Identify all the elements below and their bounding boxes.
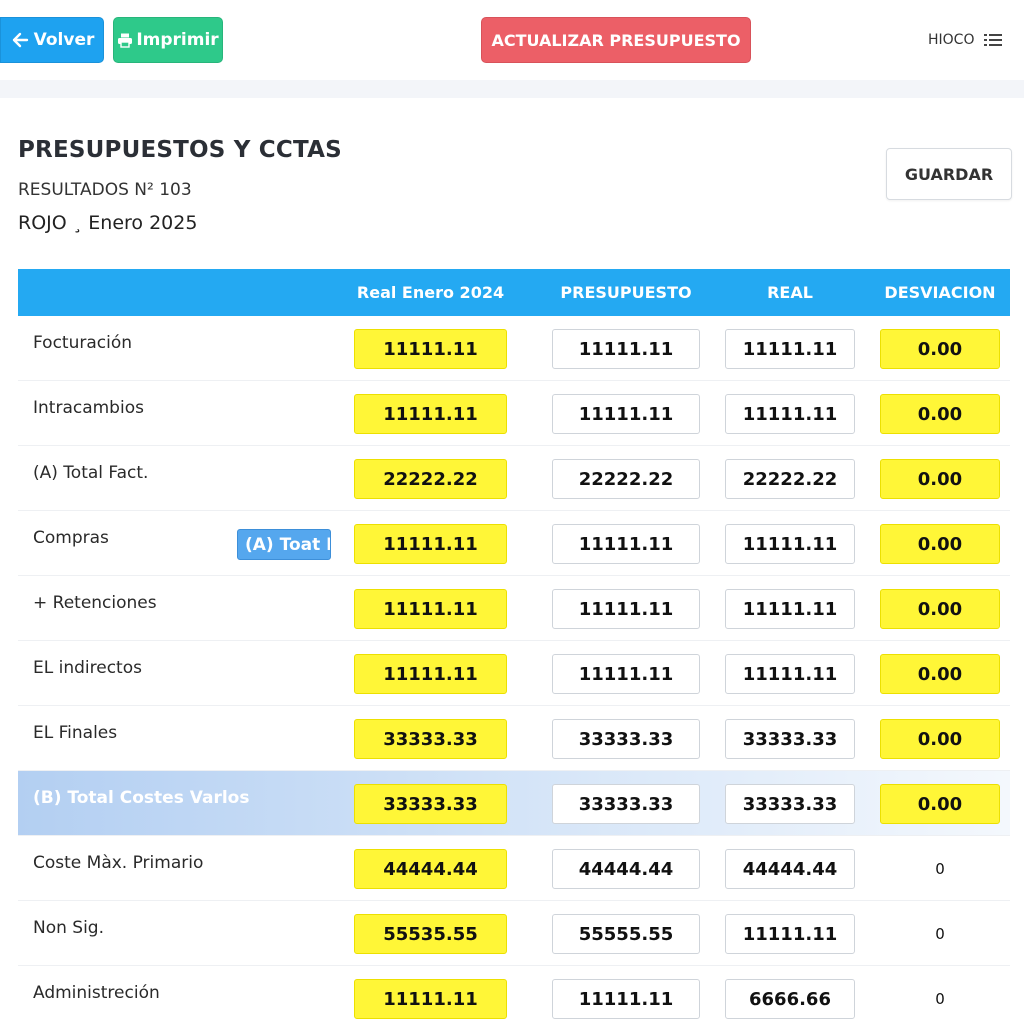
table-row: Administreción 11111.11 11111.11 6666.66… xyxy=(18,966,1010,1024)
back-button[interactable]: Volver xyxy=(0,17,104,63)
deviation-cell: 0.00 xyxy=(880,524,1000,564)
deviation-cell: 0.00 xyxy=(880,329,1000,369)
column-header-budget: PRESUPUESTO xyxy=(560,283,692,302)
page-title: PRESUPUESTOS Y CCTAS xyxy=(18,137,342,163)
row-label: Compras xyxy=(33,528,109,548)
back-button-label: Volver xyxy=(33,30,95,50)
table-row: Focturación 11111.11 11111.11 11111.11 0… xyxy=(18,316,1010,381)
budget-input[interactable]: 11111.11 xyxy=(552,654,700,694)
table-header: Real Enero 2024 PRESUPUESTO REAL DESVIAC… xyxy=(18,269,1010,316)
real-input[interactable]: 11111.11 xyxy=(725,329,855,369)
real-prev-cell: 11111.11 xyxy=(354,329,507,369)
row-label: Non Sig. xyxy=(33,918,105,938)
budget-table: Real Enero 2024 PRESUPUESTO REAL DESVIAC… xyxy=(18,269,1010,1024)
row-label: EL indirectos xyxy=(33,658,142,678)
deviation-cell: 0.00 xyxy=(880,784,1000,824)
row-label: (B) Total Costes Varlos xyxy=(33,788,250,808)
deviation-cell: 0 xyxy=(935,925,945,943)
real-input[interactable]: 44444.44 xyxy=(725,849,855,889)
deviation-cell: 0.00 xyxy=(880,654,1000,694)
deviation-cell: 0.00 xyxy=(880,589,1000,629)
page-subtitle: RESULTADOS N² 103 xyxy=(18,180,192,200)
list-menu-icon[interactable] xyxy=(984,32,1003,48)
real-prev-cell: 22222.22 xyxy=(354,459,507,499)
real-prev-cell: 33333.33 xyxy=(354,784,507,824)
budget-input[interactable]: 55555.55 xyxy=(552,914,700,954)
table-row: + Retenciones 11111.11 11111.11 11111.11… xyxy=(18,576,1010,641)
real-prev-cell: 44444.44 xyxy=(354,849,507,889)
arrow-left-icon xyxy=(10,30,30,50)
update-budget-button[interactable]: ACTUALIZAR PRESUPUESTO xyxy=(481,17,751,63)
real-prev-cell: 11111.11 xyxy=(354,654,507,694)
deviation-cell: 0.00 xyxy=(880,719,1000,759)
budget-input[interactable]: 11111.11 xyxy=(552,979,700,1019)
real-input[interactable]: 11111.11 xyxy=(725,589,855,629)
deviation-cell: 0.00 xyxy=(880,459,1000,499)
deviation-cell: 0.00 xyxy=(880,394,1000,434)
budget-input[interactable]: 22222.22 xyxy=(552,459,700,499)
print-button-label: Imprimir xyxy=(136,30,219,50)
top-toolbar: Volver Imprimir ACTUALIZAR PRESUPUESTO H… xyxy=(0,0,1024,80)
real-input[interactable]: 22222.22 xyxy=(725,459,855,499)
user-name: HIOCO xyxy=(928,32,975,48)
save-button-label: GUARDAR xyxy=(904,164,994,184)
budget-input[interactable]: 44444.44 xyxy=(552,849,700,889)
table-row: Intracambios 11111.11 11111.11 11111.11 … xyxy=(18,381,1010,446)
row-label: EL Finales xyxy=(33,723,118,743)
deviation-cell: 0 xyxy=(935,860,945,878)
real-prev-cell: 11111.11 xyxy=(354,394,507,434)
period-label: ROJO ¸ Enero 2025 xyxy=(18,212,198,234)
real-prev-cell: 11111.11 xyxy=(354,589,507,629)
update-budget-label: ACTUALIZAR PRESUPUESTO xyxy=(491,30,741,50)
printer-icon xyxy=(117,32,133,48)
row-label: Focturación xyxy=(33,333,133,353)
table-row: EL indirectos 11111.11 11111.11 11111.11… xyxy=(18,641,1010,706)
table-row: (A) Total Fact. 22222.22 22222.22 22222.… xyxy=(18,446,1010,511)
row-label: Administreción xyxy=(33,983,160,1003)
budget-input[interactable]: 11111.11 xyxy=(552,394,700,434)
total-fact-tag[interactable]: (A) Toat Fact. xyxy=(237,529,331,560)
real-input[interactable]: 33333.33 xyxy=(725,719,855,759)
real-prev-cell: 11111.11 xyxy=(354,979,507,1019)
save-button[interactable]: GUARDAR xyxy=(886,148,1012,200)
row-label: (A) Total Fact. xyxy=(33,463,149,483)
table-row: EL Finales 33333.33 33333.33 33333.33 0.… xyxy=(18,706,1010,771)
user-menu[interactable]: HIOCO xyxy=(928,28,1003,52)
print-button[interactable]: Imprimir xyxy=(113,17,223,63)
real-prev-cell: 55535.55 xyxy=(354,914,507,954)
row-label: Intracambios xyxy=(33,398,144,418)
real-prev-cell: 33333.33 xyxy=(354,719,507,759)
real-input[interactable]: 6666.66 xyxy=(725,979,855,1019)
table-row: Compras (A) Toat Fact. 11111.11 11111.11… xyxy=(18,511,1010,576)
real-input[interactable]: 11111.11 xyxy=(725,914,855,954)
column-header-real: REAL xyxy=(767,283,813,302)
real-input[interactable]: 11111.11 xyxy=(725,394,855,434)
real-input[interactable]: 33333.33 xyxy=(725,784,855,824)
deviation-cell: 0 xyxy=(935,990,945,1008)
row-label: + Retenciones xyxy=(33,593,157,613)
real-input[interactable]: 11111.11 xyxy=(725,654,855,694)
budget-input[interactable]: 11111.11 xyxy=(552,589,700,629)
budget-input[interactable]: 11111.11 xyxy=(552,329,700,369)
real-input[interactable]: 11111.11 xyxy=(725,524,855,564)
budget-input[interactable]: 33333.33 xyxy=(552,719,700,759)
table-row: Coste Màx. Primario 44444.44 44444.44 44… xyxy=(18,836,1010,901)
column-header-deviation: DESVIACION xyxy=(884,283,996,302)
table-row: Non Sig. 55535.55 55555.55 11111.11 0 xyxy=(18,901,1010,966)
budget-input[interactable]: 33333.33 xyxy=(552,784,700,824)
real-prev-cell: 11111.11 xyxy=(354,524,507,564)
row-label: Coste Màx. Primario xyxy=(33,853,204,873)
toolbar-divider xyxy=(0,80,1024,98)
table-row-highlighted[interactable]: (B) Total Costes Varlos 33333.33 33333.3… xyxy=(18,771,1010,836)
column-header-real-prev: Real Enero 2024 xyxy=(356,283,505,302)
budget-input[interactable]: 11111.11 xyxy=(552,524,700,564)
